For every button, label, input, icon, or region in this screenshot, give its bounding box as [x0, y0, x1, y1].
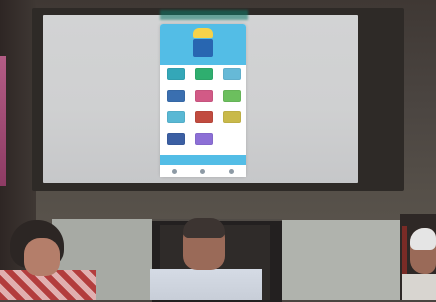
wall-panel-right	[282, 220, 400, 300]
profile-avatar-icon	[193, 39, 213, 57]
tile-aqua-icon	[222, 68, 241, 80]
app-footer-bar	[160, 155, 246, 165]
app-tile-7	[163, 111, 188, 130]
app-tile-6	[219, 89, 244, 109]
tile-blue-icon	[166, 89, 185, 102]
projector-glow	[160, 10, 248, 20]
app-tile-4	[163, 89, 188, 109]
recent-apps-icon	[229, 168, 235, 174]
tile-green-icon	[194, 68, 213, 80]
tile-teal-icon	[166, 68, 185, 80]
tile-cyan-icon	[166, 111, 185, 123]
app-tile-11	[191, 132, 216, 152]
tile-violet-icon	[194, 132, 213, 145]
tile-red-icon	[194, 111, 213, 123]
phone-nav-bar	[160, 165, 246, 177]
person-middle-hair	[183, 218, 225, 238]
person-left-neck	[24, 238, 60, 276]
app-tile-10	[163, 132, 188, 152]
tile-navy-icon	[166, 132, 185, 145]
app-title	[160, 57, 246, 65]
person-right-hair	[410, 228, 436, 250]
left-red-object	[0, 56, 6, 186]
app-tile-12	[219, 132, 244, 152]
back-icon	[171, 168, 177, 174]
tile-pink-icon	[194, 89, 213, 102]
app-tile-8	[191, 111, 216, 130]
app-tile-9	[219, 111, 244, 130]
app-tile-5	[191, 89, 216, 109]
app-grid	[163, 68, 244, 151]
person-middle-shirt	[150, 269, 262, 300]
app-logo-icon	[193, 28, 213, 38]
tile-empty-icon	[222, 132, 241, 145]
tile-yellow-icon	[222, 111, 241, 123]
person-right-shirt	[402, 274, 436, 300]
tile-lime-icon	[222, 89, 241, 102]
app-tile-2	[191, 68, 216, 87]
app-tile-1	[163, 68, 188, 87]
app-tile-3	[219, 68, 244, 87]
home-icon	[200, 168, 206, 174]
